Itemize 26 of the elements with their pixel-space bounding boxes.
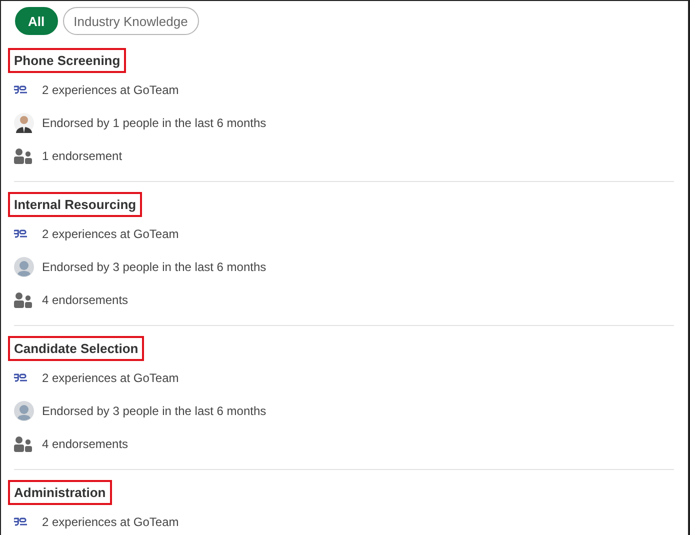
company-logo-icon	[14, 517, 28, 526]
person-avatar	[14, 256, 34, 276]
experience-text: 2 experiences at GoTeam	[42, 370, 179, 384]
company-logo-icon	[14, 373, 28, 382]
experience-text: 2 experiences at GoTeam	[42, 226, 179, 240]
company-logo-icon	[14, 85, 28, 94]
endorsement-note: Endorsed by 3 people in the last 6 months	[42, 404, 266, 418]
skill-title[interactable]: Candidate Selection	[8, 336, 144, 361]
person-avatar	[14, 112, 34, 132]
experience-text: 2 experiences at GoTeam	[42, 82, 179, 96]
filter-pill[interactable]: All	[15, 7, 58, 35]
company-logo-icon	[14, 229, 28, 238]
person-avatar	[14, 400, 34, 420]
filter-pill[interactable]: Industry Knowledge	[62, 7, 199, 35]
skill-title[interactable]: Administration	[8, 480, 112, 505]
people-icon	[14, 292, 32, 308]
skill-title[interactable]: Internal Resourcing	[8, 192, 142, 217]
endorsement-count: 1 endorsement	[42, 148, 122, 162]
skill-title[interactable]: Phone Screening	[8, 48, 126, 73]
endorsement-note: Endorsed by 1 people in the last 6 months	[42, 116, 266, 130]
people-icon	[14, 436, 32, 452]
experience-text: 2 experiences at GoTeam	[42, 514, 179, 528]
endorsement-count: 4 endorsements	[42, 436, 128, 450]
people-icon	[14, 148, 32, 164]
endorsement-note: Endorsed by 3 people in the last 6 months	[42, 260, 266, 274]
endorsement-count: 4 endorsements	[42, 292, 128, 306]
